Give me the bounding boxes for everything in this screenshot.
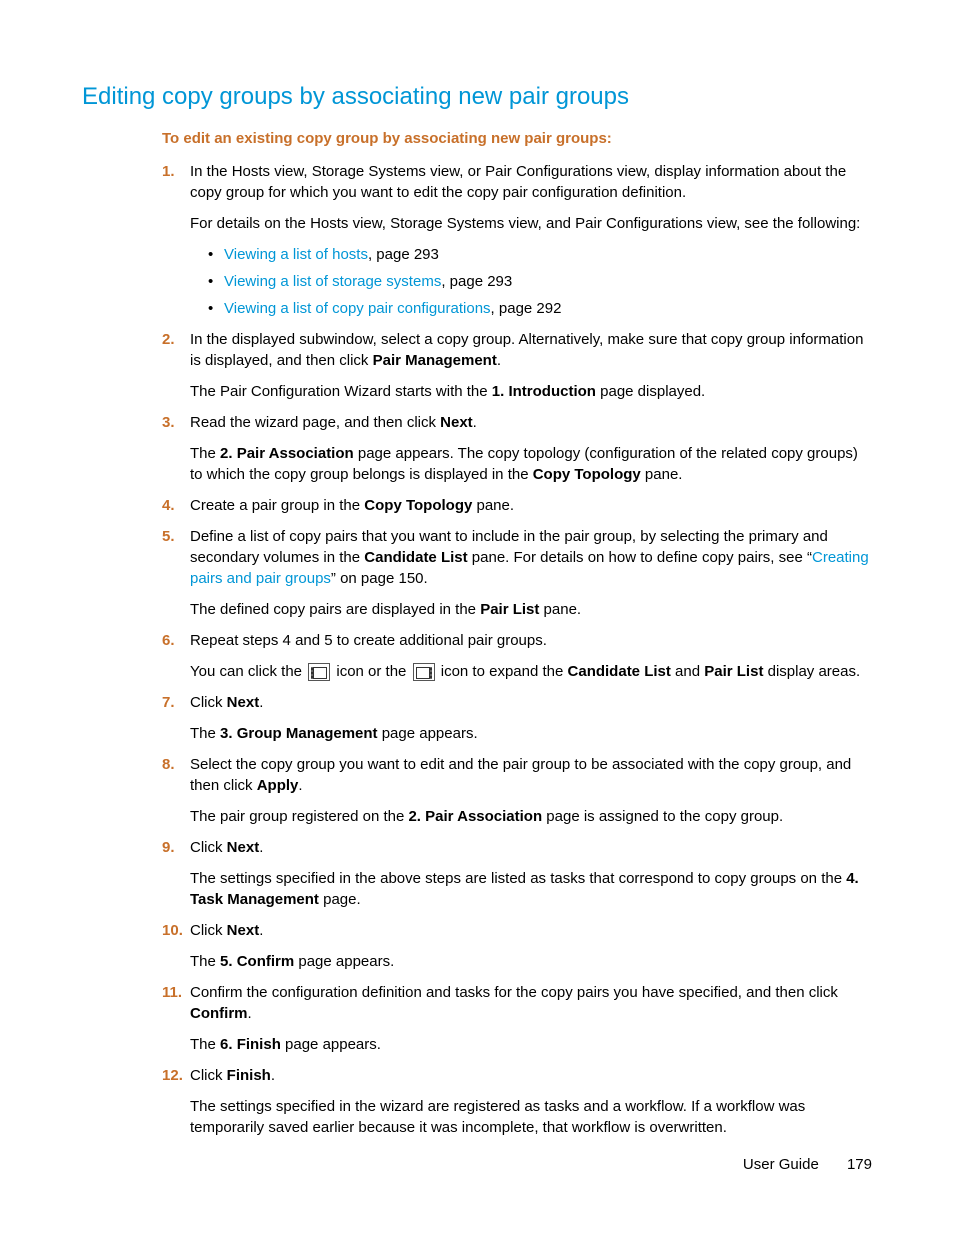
step-1-p1: In the Hosts view, Storage Systems view,…: [190, 161, 872, 203]
step-3-p2: The 2. Pair Association page appears. Th…: [190, 443, 872, 485]
link-item-storage: Viewing a list of storage systems, page …: [208, 271, 872, 292]
step-8-p2: The pair group registered on the 2. Pair…: [190, 806, 872, 827]
link-item-configs: Viewing a list of copy pair configuratio…: [208, 298, 872, 319]
step-5-p2: The defined copy pairs are displayed in …: [190, 599, 872, 620]
step-10: Click Next. The 5. Confirm page appears.: [162, 920, 872, 972]
page-footer: User Guide 179: [743, 1154, 872, 1175]
step-9-p1: Click Next.: [190, 837, 872, 858]
expand-left-icon: [308, 663, 330, 681]
step-1-links: Viewing a list of hosts, page 293 Viewin…: [208, 244, 872, 319]
step-2-p2: The Pair Configuration Wizard starts wit…: [190, 381, 872, 402]
step-11-p1: Confirm the configuration definition and…: [190, 982, 872, 1024]
step-10-p1: Click Next.: [190, 920, 872, 941]
step-7-p2: The 3. Group Management page appears.: [190, 723, 872, 744]
step-1-p2: For details on the Hosts view, Storage S…: [190, 213, 872, 234]
expand-right-icon: [413, 663, 435, 681]
step-4-p1: Create a pair group in the Copy Topology…: [190, 495, 872, 516]
step-6: Repeat steps 4 and 5 to create additiona…: [162, 630, 872, 682]
step-3-p1: Read the wizard page, and then click Nex…: [190, 412, 872, 433]
step-7: Click Next. The 3. Group Management page…: [162, 692, 872, 744]
step-5: Define a list of copy pairs that you wan…: [162, 526, 872, 620]
step-8-p1: Select the copy group you want to edit a…: [190, 754, 872, 796]
step-8: Select the copy group you want to edit a…: [162, 754, 872, 827]
link-hosts[interactable]: Viewing a list of hosts: [224, 246, 368, 263]
step-9-p2: The settings specified in the above step…: [190, 868, 872, 910]
step-12: Click Finish. The settings specified in …: [162, 1065, 872, 1138]
link-storage[interactable]: Viewing a list of storage systems: [224, 273, 441, 290]
step-1: In the Hosts view, Storage Systems view,…: [162, 161, 872, 319]
link-hosts-suffix: , page 293: [368, 246, 439, 263]
step-11-p2: The 6. Finish page appears.: [190, 1034, 872, 1055]
link-item-hosts: Viewing a list of hosts, page 293: [208, 244, 872, 265]
step-12-p2: The settings specified in the wizard are…: [190, 1096, 872, 1138]
link-configs[interactable]: Viewing a list of copy pair configuratio…: [224, 300, 491, 317]
step-7-p1: Click Next.: [190, 692, 872, 713]
step-6-p2: You can click the icon or the icon to ex…: [190, 661, 872, 682]
step-4: Create a pair group in the Copy Topology…: [162, 495, 872, 516]
link-configs-suffix: , page 292: [491, 300, 562, 317]
step-10-p2: The 5. Confirm page appears.: [190, 951, 872, 972]
page-title: Editing copy groups by associating new p…: [82, 80, 872, 114]
step-2-p1: In the displayed subwindow, select a cop…: [190, 329, 872, 371]
step-5-p1: Define a list of copy pairs that you wan…: [190, 526, 872, 589]
footer-page-number: 179: [847, 1156, 872, 1173]
step-9: Click Next. The settings specified in th…: [162, 837, 872, 910]
step-3: Read the wizard page, and then click Nex…: [162, 412, 872, 485]
step-6-p1: Repeat steps 4 and 5 to create additiona…: [190, 630, 872, 651]
steps-list: In the Hosts view, Storage Systems view,…: [162, 161, 872, 1138]
step-11: Confirm the configuration definition and…: [162, 982, 872, 1055]
step-2: In the displayed subwindow, select a cop…: [162, 329, 872, 402]
link-storage-suffix: , page 293: [441, 273, 512, 290]
intro-text: To edit an existing copy group by associ…: [162, 128, 872, 149]
document-page: Editing copy groups by associating new p…: [0, 0, 954, 1235]
footer-label: User Guide: [743, 1156, 819, 1173]
step-12-p1: Click Finish.: [190, 1065, 872, 1086]
